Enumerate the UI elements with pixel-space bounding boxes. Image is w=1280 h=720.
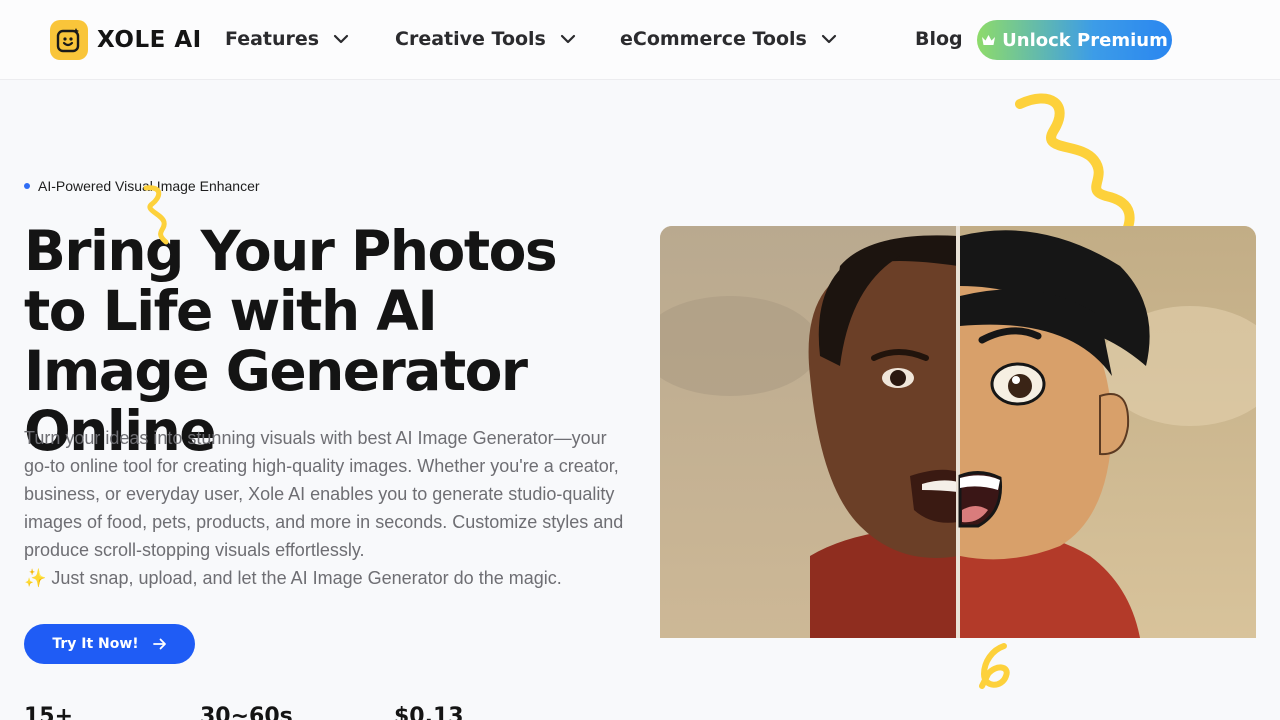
nav-ecommerce-tools-label: eCommerce Tools xyxy=(620,28,807,50)
logo-text: XOLE AI xyxy=(97,27,202,53)
hero-description: Turn your ideas into stunning visuals wi… xyxy=(24,424,624,592)
yellow-squiggle-decoration xyxy=(143,185,169,245)
unlock-premium-label: Unlock Premium xyxy=(1002,29,1168,51)
nav-features-label: Features xyxy=(225,28,320,50)
logo-face-icon xyxy=(50,20,88,60)
nav-creative-tools[interactable]: Creative Tools xyxy=(395,28,576,50)
try-it-now-button[interactable]: Try It Now! xyxy=(24,624,195,664)
chevron-down-icon xyxy=(560,34,575,44)
chevron-down-icon xyxy=(821,34,836,44)
arrow-right-icon xyxy=(152,638,166,650)
chevron-down-icon xyxy=(333,34,349,44)
stat-speed: 30~60s xyxy=(200,704,293,720)
nav-ecommerce-tools[interactable]: eCommerce Tools xyxy=(620,28,837,50)
site-header: XOLE AI Features Creative Tools eCommerc… xyxy=(0,0,1280,80)
crown-icon xyxy=(982,34,996,45)
yellow-squiggle-decoration xyxy=(979,643,1010,689)
stat-models: 15+ xyxy=(24,704,74,720)
try-it-now-label: Try It Now! xyxy=(52,636,139,652)
unlock-premium-button[interactable]: Unlock Premium xyxy=(977,20,1172,60)
nav-features[interactable]: Features xyxy=(225,28,349,50)
hero-description-text: Turn your ideas into stunning visuals wi… xyxy=(24,428,624,560)
nav-creative-tools-label: Creative Tools xyxy=(395,28,546,50)
nav-blog[interactable]: Blog xyxy=(915,28,963,50)
stat-price: $0.13 xyxy=(394,704,464,720)
badge-dot xyxy=(24,183,30,189)
logo[interactable]: XOLE AI xyxy=(50,20,202,60)
before-after-comparison-image[interactable] xyxy=(660,226,1256,638)
yellow-squiggle-decoration xyxy=(1015,93,1135,240)
hero-tagline: ✨ Just snap, upload, and let the AI Imag… xyxy=(24,568,562,588)
nav-blog-label: Blog xyxy=(915,28,963,50)
